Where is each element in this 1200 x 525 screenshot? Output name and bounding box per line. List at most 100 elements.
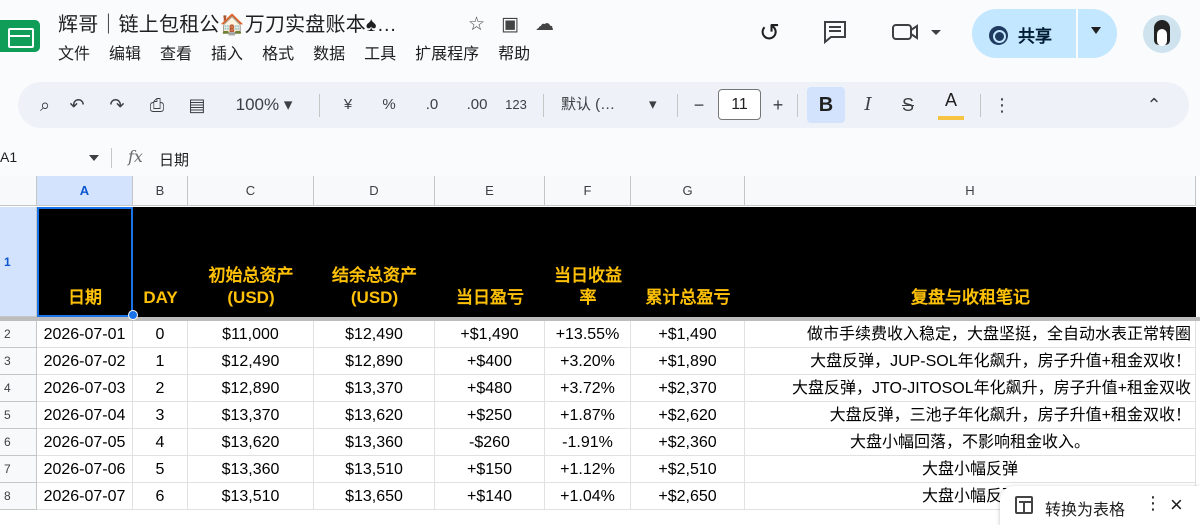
cell-day[interactable]: 2: [133, 375, 188, 402]
cell-daily-rate[interactable]: +13.55%: [545, 321, 631, 348]
column-header-g[interactable]: G: [631, 176, 745, 206]
strikethrough-button[interactable]: S: [898, 92, 918, 118]
menu-tools[interactable]: 工具: [364, 44, 396, 66]
column-header-f[interactable]: F: [545, 176, 631, 206]
comment-icon[interactable]: [821, 18, 849, 52]
header-daily-pl[interactable]: 当日盈亏: [435, 207, 545, 317]
cell-daily-rate[interactable]: +1.04%: [545, 483, 631, 510]
cell-total-pl[interactable]: +$2,360: [631, 429, 745, 456]
chevron-down-icon[interactable]: [1091, 27, 1101, 34]
percent-button[interactable]: %: [378, 92, 400, 118]
name-box-caret-icon[interactable]: [89, 155, 99, 161]
cell-date[interactable]: 2026-07-07: [37, 483, 133, 510]
italic-button[interactable]: I: [858, 92, 878, 118]
row-header-8[interactable]: 8: [0, 483, 37, 510]
menu-data[interactable]: 数据: [313, 44, 345, 66]
column-header-c[interactable]: C: [188, 176, 314, 206]
bold-button[interactable]: B: [807, 87, 845, 123]
cell-total-pl[interactable]: +$2,510: [631, 456, 745, 483]
cell-note[interactable]: 大盘小幅回落，不影响租金收入。: [745, 429, 1196, 456]
document-title[interactable]: 辉哥｜链上包租公🏠万刀实盘账本♠…: [58, 12, 397, 38]
cell-day[interactable]: 5: [133, 456, 188, 483]
header-daily-return-rate[interactable]: 当日收益 率: [545, 207, 631, 317]
font-size-input[interactable]: 11: [718, 89, 761, 120]
row-header-7[interactable]: 7: [0, 456, 37, 483]
cell-ending-assets[interactable]: $13,360: [314, 429, 435, 456]
cell-daily-pl[interactable]: +$480: [435, 375, 545, 402]
menu-file[interactable]: 文件: [58, 44, 90, 66]
cell-ending-assets[interactable]: $12,490: [314, 321, 435, 348]
cell-day[interactable]: 4: [133, 429, 188, 456]
column-header-d[interactable]: D: [314, 176, 435, 206]
increase-decimal-button[interactable]: .00: [462, 92, 492, 118]
select-all-corner[interactable]: [0, 176, 37, 206]
cell-initial-assets[interactable]: $13,360: [188, 456, 314, 483]
header-ending-assets[interactable]: 结余总资产 (USD): [314, 207, 435, 317]
cell-initial-assets[interactable]: $13,620: [188, 429, 314, 456]
cell-total-pl[interactable]: +$2,370: [631, 375, 745, 402]
cell-ending-assets[interactable]: $12,890: [314, 348, 435, 375]
cell-ending-assets[interactable]: $13,510: [314, 456, 435, 483]
column-header-b[interactable]: B: [133, 176, 188, 206]
row-header-4[interactable]: 4: [0, 375, 37, 402]
column-header-a[interactable]: A: [37, 176, 133, 206]
cell-daily-rate[interactable]: +3.20%: [545, 348, 631, 375]
cell-date[interactable]: 2026-07-04: [37, 402, 133, 429]
convert-to-table-toast[interactable]: 转换为表格 ⋮ ×: [1000, 486, 1200, 525]
currency-button[interactable]: ¥: [340, 92, 356, 118]
more-vertical-icon[interactable]: ⋮: [1144, 493, 1162, 514]
user-avatar[interactable]: [1143, 15, 1181, 53]
cell-daily-pl[interactable]: +$250: [435, 402, 545, 429]
header-notes[interactable]: 复盘与收租笔记: [745, 207, 1196, 317]
cell-ending-assets[interactable]: $13,650: [314, 483, 435, 510]
column-header-e[interactable]: E: [435, 176, 545, 206]
row-header-3[interactable]: 3: [0, 348, 37, 375]
cell-daily-pl[interactable]: +$150: [435, 456, 545, 483]
cell-date[interactable]: 2026-07-06: [37, 456, 133, 483]
font-select[interactable]: 默认 (… ▾: [561, 92, 659, 118]
increase-font-size-icon[interactable]: +: [769, 92, 787, 118]
cell-date[interactable]: 2026-07-05: [37, 429, 133, 456]
menu-help[interactable]: 帮助: [498, 44, 530, 66]
cell-total-pl[interactable]: +$1,890: [631, 348, 745, 375]
menu-view[interactable]: 查看: [160, 44, 192, 66]
name-box[interactable]: A1: [0, 149, 100, 165]
cell-date[interactable]: 2026-07-01: [37, 321, 133, 348]
row-header-6[interactable]: 6: [0, 429, 37, 456]
menu-extensions[interactable]: 扩展程序: [415, 44, 479, 66]
star-icon[interactable]: ☆: [468, 13, 485, 36]
sheets-logo-icon[interactable]: [0, 20, 40, 52]
cell-daily-pl[interactable]: +$1,490: [435, 321, 545, 348]
text-color-button[interactable]: A: [936, 90, 966, 120]
cell-note[interactable]: 大盘反弹，JUP-SOL年化飙升，房子升值+租金双收！: [745, 348, 1196, 375]
menu-edit[interactable]: 编辑: [109, 44, 141, 66]
collapse-toolbar-icon[interactable]: ⌃: [1144, 92, 1164, 118]
fill-handle[interactable]: [128, 310, 138, 320]
header-initial-assets[interactable]: 初始总资产 (USD): [188, 207, 314, 317]
cell-daily-rate[interactable]: +3.72%: [545, 375, 631, 402]
move-folder-icon[interactable]: ▣: [501, 13, 519, 36]
decrease-font-size-icon[interactable]: −: [690, 92, 708, 118]
decrease-decimal-button[interactable]: .0: [418, 92, 446, 118]
cell-initial-assets[interactable]: $12,490: [188, 348, 314, 375]
redo-icon[interactable]: ↷: [105, 92, 129, 118]
cell-total-pl[interactable]: +$2,620: [631, 402, 745, 429]
more-options-icon[interactable]: ⋮: [993, 92, 1011, 118]
cell-ending-assets[interactable]: $13,620: [314, 402, 435, 429]
zoom-select[interactable]: 100% ▾: [229, 92, 299, 118]
cell-daily-rate[interactable]: +1.12%: [545, 456, 631, 483]
row-header-2[interactable]: 2: [0, 321, 37, 348]
cell-initial-assets[interactable]: $13,510: [188, 483, 314, 510]
cell-daily-rate[interactable]: -1.91%: [545, 429, 631, 456]
cell-initial-assets[interactable]: $13,370: [188, 402, 314, 429]
row-header-5[interactable]: 5: [0, 402, 37, 429]
cell-initial-assets[interactable]: $11,000: [188, 321, 314, 348]
menu-format[interactable]: 格式: [262, 44, 294, 66]
number-format-button[interactable]: 123: [502, 92, 530, 118]
cell-date[interactable]: 2026-07-03: [37, 375, 133, 402]
print-icon[interactable]: ⎙: [145, 92, 169, 118]
cell-day[interactable]: 0: [133, 321, 188, 348]
cell-note[interactable]: 大盘反弹，三池子年化飙升，房子升值+租金双收！: [745, 402, 1196, 429]
close-icon[interactable]: ×: [1170, 492, 1183, 518]
cell-date[interactable]: 2026-07-02: [37, 348, 133, 375]
